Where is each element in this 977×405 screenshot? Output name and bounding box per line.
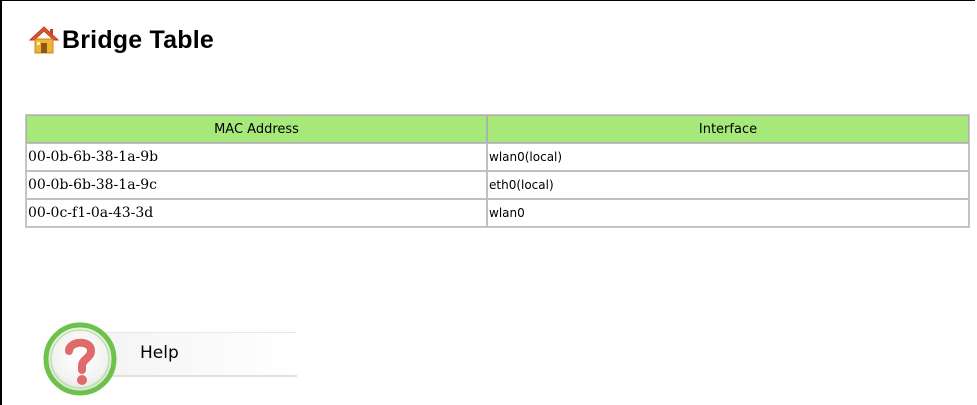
interface-cell: wlan0 [487,199,969,227]
interface-cell: wlan0(local) [487,143,969,171]
column-header-interface: Interface [487,115,969,143]
table-header-row: MAC Address Interface [26,115,969,143]
page-frame: Bridge Table MAC Address Interface 00-0b… [0,0,975,405]
table-row: 00-0b-6b-38-1a-9b wlan0(local) [26,143,969,171]
mac-address-cell: 00-0b-6b-38-1a-9b [26,143,487,171]
mac-address-cell: 00-0b-6b-38-1a-9c [26,171,487,199]
help-button[interactable]: Help [42,321,302,401]
page-title: Bridge Table [62,25,214,54]
column-header-mac-address: MAC Address [26,115,487,143]
table-row: 00-0b-6b-38-1a-9c eth0(local) [26,171,969,199]
table-row: 00-0c-f1-0a-43-3d wlan0 [26,199,969,227]
bridge-table: MAC Address Interface 00-0b-6b-38-1a-9b … [25,114,970,228]
interface-cell: eth0(local) [487,171,969,199]
home-icon [28,24,60,56]
help-label[interactable]: Help [140,343,179,363]
question-mark-icon[interactable] [42,321,120,399]
title-row: Bridge Table [28,20,214,60]
mac-address-cell: 00-0c-f1-0a-43-3d [26,199,487,227]
